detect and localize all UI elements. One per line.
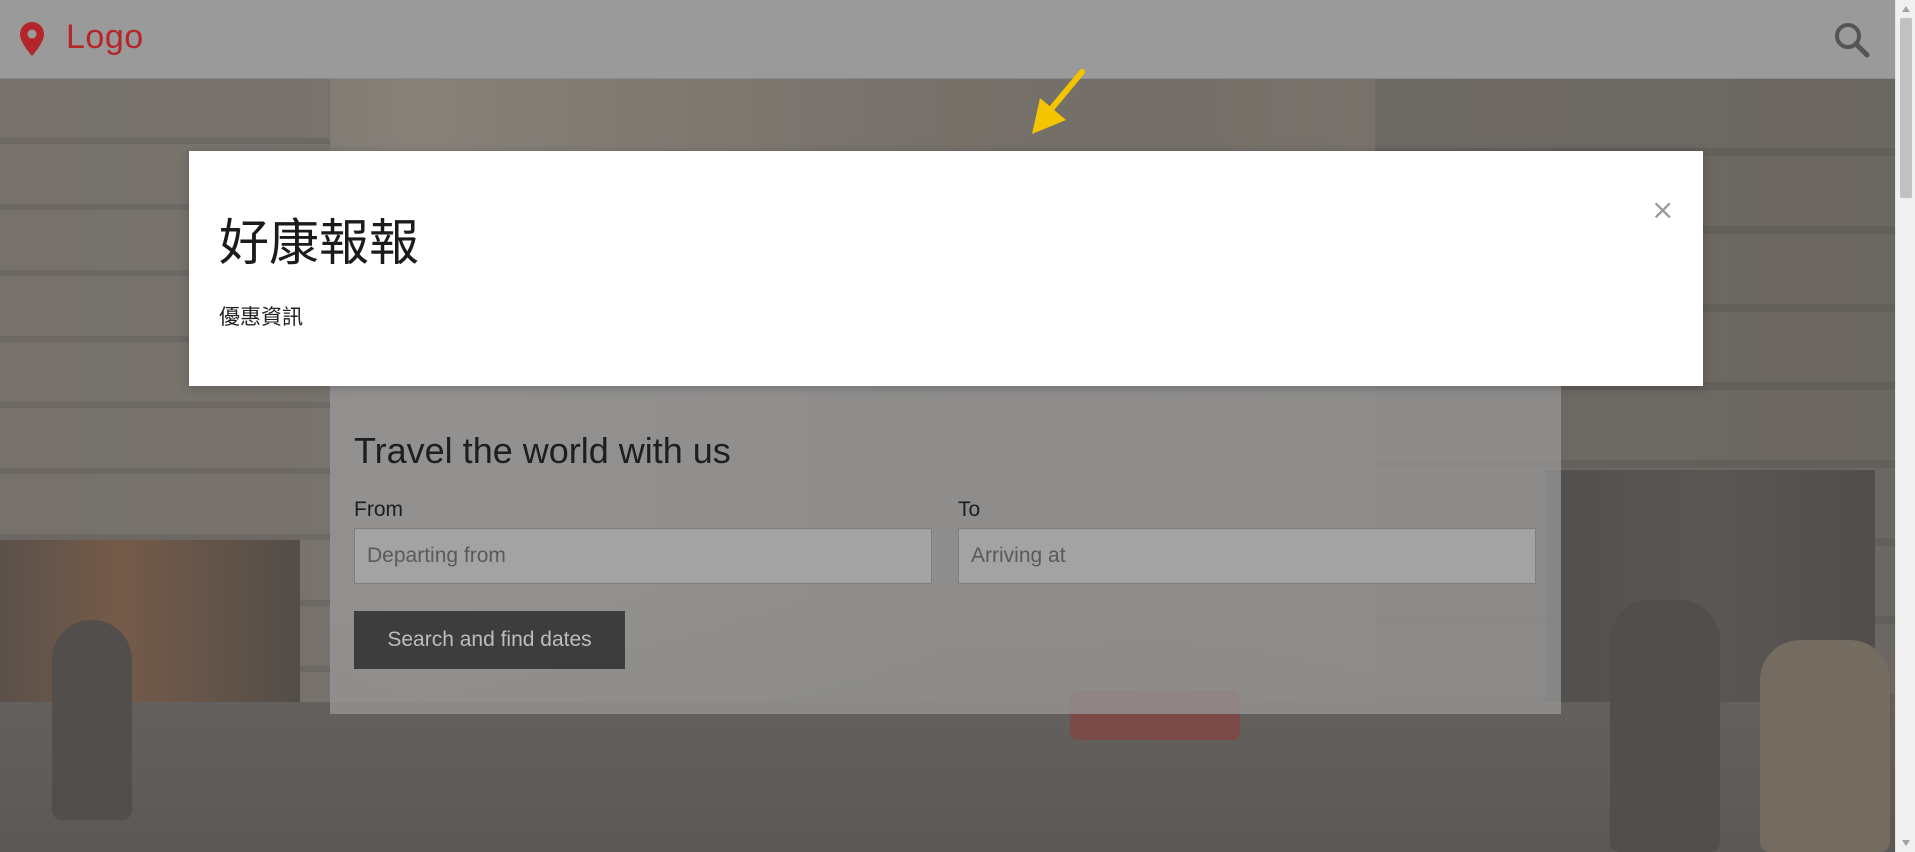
departing-from-input[interactable] — [354, 528, 932, 584]
arriving-at-input[interactable] — [958, 528, 1536, 584]
to-label: To — [958, 498, 981, 521]
search-find-dates-button[interactable]: Search and find dates — [354, 611, 625, 669]
logo-text[interactable]: Logo — [66, 18, 144, 57]
promo-modal: 好康報報 優惠資訊 × — [189, 151, 1703, 386]
trip-search-panel: Travel the world with us From To Search … — [330, 384, 1561, 714]
page-scrollbar[interactable] — [1895, 0, 1915, 852]
modal-title: 好康報報 — [219, 214, 419, 272]
search-panel-title: Travel the world with us — [354, 430, 731, 471]
scroll-up-arrow-icon[interactable] — [1902, 6, 1910, 12]
arrow-pointer-icon — [1032, 69, 1085, 134]
from-label: From — [354, 498, 403, 521]
map-pin-icon — [20, 22, 44, 56]
search-icon[interactable] — [1832, 20, 1870, 58]
close-icon[interactable]: × — [1651, 196, 1674, 224]
scrollbar-thumb[interactable] — [1900, 18, 1912, 198]
scroll-down-arrow-icon[interactable] — [1902, 840, 1910, 846]
top-navbar: Logo — [0, 0, 1895, 79]
modal-body-text: 優惠資訊 — [219, 305, 303, 329]
